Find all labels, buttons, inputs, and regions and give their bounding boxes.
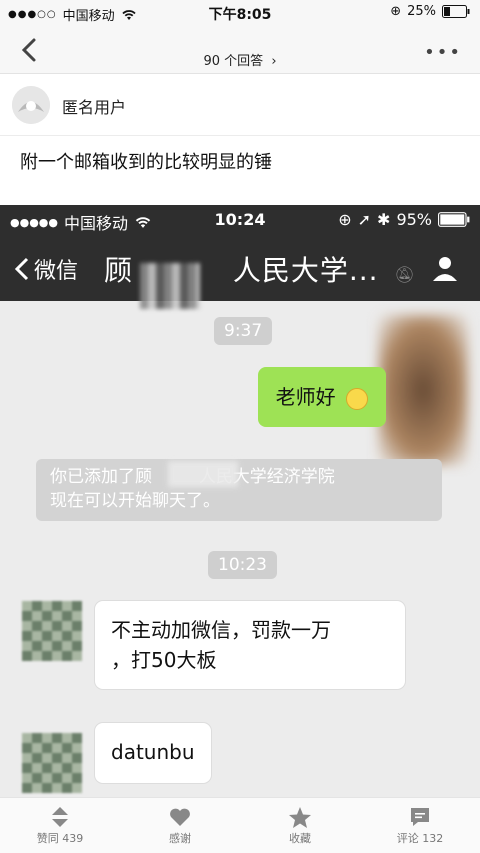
embedded-bluetooth-icon: ✱ — [377, 210, 391, 229]
avatar[interactable] — [12, 86, 50, 124]
muted-bell-icon: 🔕︎ — [394, 265, 416, 284]
system-message-line1-a: 你已添加了顾 — [50, 467, 152, 487]
collect-label: 收藏 — [289, 832, 311, 845]
redaction-blur — [140, 263, 200, 309]
comments-label: 评论 132 — [396, 832, 444, 845]
embedded-back-label: 微信 — [34, 259, 79, 284]
more-options-icon[interactable]: ••• — [424, 42, 462, 63]
battery-icon — [442, 5, 470, 18]
embedded-status-right: ⊕ ➚ ✱ 95% — [338, 210, 470, 229]
embedded-screenshot: ●●●●● 中国移动 10:24 ⊕ ➚ ✱ 95% 微信 顾 人民大学... … — [0, 205, 480, 797]
embedded-battery-icon — [438, 212, 470, 227]
answers-count-link[interactable]: 90 个回答 › — [0, 50, 480, 69]
embedded-battery-percent: 95% — [396, 210, 432, 229]
embedded-wechat-nav: 微信 顾 人民大学... 🔕︎ — [0, 235, 480, 309]
thanks-button[interactable]: 感谢 — [120, 804, 240, 846]
smile-emoji-icon — [346, 387, 368, 410]
embedded-status-bar: ●●●●● 中国移动 10:24 ⊕ ➚ ✱ 95% — [0, 205, 480, 235]
vote-updown-icon — [52, 807, 68, 827]
battery-percent: 25% — [407, 4, 436, 19]
embedded-location-icon: ➚ — [357, 210, 372, 229]
collect-button[interactable]: 收藏 — [240, 804, 360, 846]
chat-timestamp: 10:23 — [208, 551, 277, 579]
comments-button[interactable]: 评论 132 — [360, 804, 480, 846]
app-root: ●●●○○ 中国移动 下午8:05 ⊕ 25% 90 个回答 › ••• 匿名用… — [0, 0, 480, 853]
vote-label: 赞同 439 — [36, 832, 84, 845]
bottom-action-bar: 赞同 439 感谢 收藏 评论 132 — [0, 797, 480, 853]
incoming-message: 不主动加微信，罚款一万 ，打50大板 — [95, 601, 405, 689]
star-icon — [289, 806, 311, 828]
answer-text: 附一个邮箱收到的比较明显的锤 — [20, 152, 272, 173]
redaction-blur — [168, 461, 238, 487]
anonymous-avatar-icon — [12, 86, 50, 124]
comment-icon — [411, 808, 429, 826]
thanks-label: 感谢 — [169, 832, 191, 845]
system-message: 你已添加了顾 人民大学经济学院 现在可以开始聊天了。 — [36, 459, 442, 521]
status-right: ⊕ 25% — [390, 4, 470, 19]
vote-button[interactable]: 赞同 439 — [0, 804, 120, 846]
sender-avatar — [22, 601, 82, 661]
outgoing-message: 老师好 — [257, 367, 386, 427]
incoming-message-text: datunbu — [111, 740, 195, 764]
outgoing-message-text: 老师好 — [275, 385, 336, 409]
incoming-message: datunbu — [95, 723, 211, 783]
heart-icon — [170, 808, 190, 826]
chat-timestamp: 9:37 — [214, 317, 273, 345]
chevron-right-icon: › — [271, 54, 277, 69]
incoming-message-line1: 不主动加微信，罚款一万 — [111, 618, 331, 642]
system-message-line2: 现在可以开始聊天了。 — [50, 491, 220, 511]
embedded-back-icon — [14, 257, 29, 281]
embedded-profile-icon — [433, 257, 457, 281]
author-row[interactable]: 匿名用户 — [0, 74, 480, 136]
nav-bar: 90 个回答 › ••• — [0, 26, 480, 74]
redaction-blur — [378, 315, 468, 465]
embedded-chat-title-prefix: 顾 — [104, 254, 134, 287]
embedded-chat-title-suffix: 人民大学... — [232, 254, 379, 287]
sender-avatar — [22, 733, 82, 793]
embedded-lock-icon: ⊕ — [338, 210, 352, 229]
rotation-lock-icon: ⊕ — [390, 4, 402, 19]
status-bar: ●●●○○ 中国移动 下午8:05 ⊕ 25% — [0, 0, 480, 26]
author-name[interactable]: 匿名用户 — [62, 94, 126, 118]
embedded-back-button: 微信 — [14, 253, 78, 285]
answers-count-label: 90 个回答 — [203, 54, 264, 69]
incoming-message-line2: ，打50大板 — [111, 648, 217, 672]
